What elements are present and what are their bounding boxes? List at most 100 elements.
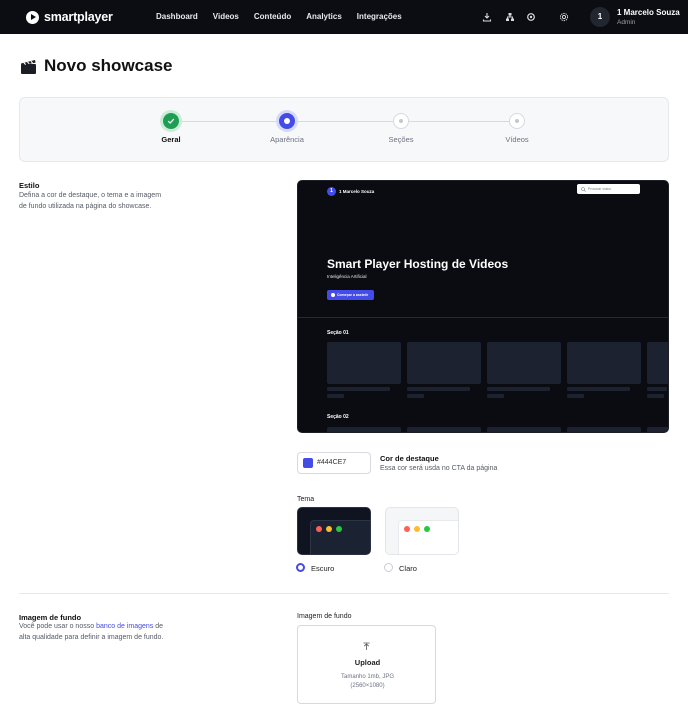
settings-icon[interactable] bbox=[526, 12, 536, 22]
section-divider bbox=[19, 593, 669, 594]
network-icon[interactable] bbox=[505, 12, 515, 22]
upload-hint: Tamanho 1mb, JPG (2560×1080) bbox=[298, 673, 437, 691]
progress-stepper: Geral Aparência Seções Vídeos bbox=[19, 97, 669, 162]
theme-light-label[interactable]: Claro bbox=[399, 564, 417, 573]
preview-meta-placeholder bbox=[567, 394, 584, 398]
window-dot-red bbox=[404, 526, 410, 532]
background-field-label: Imagem de fundo bbox=[297, 613, 352, 620]
estilo-title: Estilo bbox=[19, 181, 40, 190]
avatar[interactable]: 1 bbox=[590, 7, 610, 27]
step-connector bbox=[409, 121, 509, 122]
preview-video-thumb bbox=[487, 342, 561, 384]
preview-meta-placeholder bbox=[327, 394, 344, 398]
preview-divider bbox=[298, 317, 668, 318]
preview-hero-subtitle: Inteligência Artificial bbox=[327, 274, 367, 279]
step-label-aparencia[interactable]: Aparência bbox=[247, 135, 327, 144]
preview-meta-placeholder bbox=[647, 394, 664, 398]
accent-color-input[interactable]: #444CE7 bbox=[297, 452, 371, 474]
theme-dark-radio[interactable] bbox=[296, 563, 305, 572]
step-label-geral[interactable]: Geral bbox=[131, 135, 211, 144]
upload-hint-size: Tamanho 1mb, JPG bbox=[340, 674, 395, 680]
nav-analytics[interactable]: Analytics bbox=[306, 12, 342, 21]
top-navbar: smartplayer Dashboard Videos Conteúdo An… bbox=[0, 0, 688, 34]
upload-title: Upload bbox=[354, 658, 381, 667]
step-videos-indicator[interactable] bbox=[509, 113, 525, 129]
step-label-videos[interactable]: Vídeos bbox=[477, 135, 557, 144]
play-logo-icon bbox=[26, 10, 39, 24]
theme-dark-window bbox=[310, 520, 370, 554]
preview-hero-title: Smart Player Hosting de Videos bbox=[327, 257, 509, 271]
user-role: Admin bbox=[617, 19, 636, 26]
nav-integracoes[interactable]: Integrações bbox=[357, 12, 402, 21]
step-aparencia-indicator[interactable] bbox=[279, 113, 295, 129]
accent-color-title: Cor de destaque bbox=[380, 454, 439, 463]
window-dot-yellow bbox=[326, 526, 332, 532]
background-desc-line2: alta qualidade para definir a imagem de … bbox=[19, 634, 164, 641]
theme-light-radio[interactable] bbox=[384, 563, 393, 572]
background-desc-text: Você pode usar o nosso bbox=[19, 623, 97, 630]
upload-hint-dimensions: (2560×1080) bbox=[350, 683, 385, 689]
accent-color-value[interactable]: #444CE7 bbox=[317, 459, 346, 466]
theme-title: Tema bbox=[297, 496, 315, 503]
preview-video-thumb bbox=[327, 342, 401, 384]
nav-dashboard[interactable]: Dashboard bbox=[156, 12, 198, 21]
window-dot-red bbox=[316, 526, 322, 532]
step-label-secoes[interactable]: Seções bbox=[361, 135, 441, 144]
accent-color-desc: Essa cor será usda no CTA da página bbox=[380, 465, 498, 472]
theme-dark-label[interactable]: Escuro bbox=[311, 564, 334, 573]
preview-cta-button: Começar a assistir bbox=[327, 290, 374, 300]
preview-channel-name: 1 Marcelo Souza bbox=[339, 189, 375, 194]
estilo-desc-line2: de fundo utilizada na página do showcase… bbox=[19, 203, 152, 210]
preview-video-thumb bbox=[407, 342, 481, 384]
preview-title-placeholder bbox=[647, 387, 667, 391]
nav-conteudo[interactable]: Conteúdo bbox=[254, 12, 291, 21]
step-secoes-indicator[interactable] bbox=[393, 113, 409, 129]
step-connector bbox=[179, 121, 279, 122]
user-name[interactable]: 1 Marcelo Souza bbox=[617, 8, 680, 17]
background-desc-line1: Você pode usar o nosso banco de imagens … bbox=[19, 622, 163, 633]
preview-meta-placeholder bbox=[487, 394, 504, 398]
preview-section-1-title: Seção 01 bbox=[327, 330, 349, 336]
preview-title-placeholder bbox=[327, 387, 390, 391]
download-icon[interactable] bbox=[482, 12, 492, 22]
step-connector bbox=[295, 121, 393, 122]
search-icon bbox=[581, 186, 586, 192]
image-bank-link[interactable]: banco de imagens bbox=[96, 623, 153, 630]
preview-title-placeholder bbox=[567, 387, 630, 391]
window-dot-green bbox=[424, 526, 430, 532]
preview-title-placeholder bbox=[487, 387, 550, 391]
theme-dark-option[interactable] bbox=[297, 507, 371, 555]
theme-light-option[interactable] bbox=[385, 507, 459, 555]
check-icon bbox=[167, 118, 175, 124]
preview-section-2-title: Seção 02 bbox=[327, 414, 349, 420]
theme-light-window bbox=[398, 520, 458, 554]
preview-video-thumb bbox=[567, 427, 641, 432]
brand-name: smartplayer bbox=[44, 10, 113, 24]
gear-icon[interactable] bbox=[559, 12, 569, 22]
preview-video-thumb bbox=[407, 427, 481, 432]
preview-search-placeholder: Procurar vídeo bbox=[588, 186, 611, 191]
step-geral-indicator[interactable] bbox=[163, 113, 179, 129]
accent-color-swatch[interactable] bbox=[303, 458, 313, 468]
preview-video-thumb bbox=[487, 427, 561, 432]
preview-meta-placeholder bbox=[407, 394, 424, 398]
estilo-desc-line1: Defina a cor de destaque, o tema e a ima… bbox=[19, 192, 162, 199]
window-dot-green bbox=[336, 526, 342, 532]
preview-video-thumb bbox=[647, 427, 668, 432]
brand-logo[interactable]: smartplayer bbox=[26, 10, 113, 24]
preview-search-input: Procurar vídeo bbox=[577, 184, 640, 194]
window-dot-yellow bbox=[414, 526, 420, 532]
clapperboard-icon bbox=[21, 59, 36, 74]
step-dot bbox=[515, 119, 519, 123]
preview-avatar: 1 bbox=[327, 187, 336, 196]
nav-videos[interactable]: Videos bbox=[213, 12, 239, 21]
preview-video-thumb bbox=[567, 342, 641, 384]
background-desc-text: de bbox=[153, 623, 164, 630]
page-title-text: Novo showcase bbox=[44, 56, 173, 75]
background-title: Imagem de fundo bbox=[19, 613, 82, 622]
preview-title-placeholder bbox=[407, 387, 470, 391]
preview-video-thumb bbox=[327, 427, 401, 432]
step-dot bbox=[284, 118, 290, 124]
background-upload-dropzone[interactable]: Upload Tamanho 1mb, JPG (2560×1080) bbox=[297, 625, 436, 704]
step-dot bbox=[399, 119, 403, 123]
